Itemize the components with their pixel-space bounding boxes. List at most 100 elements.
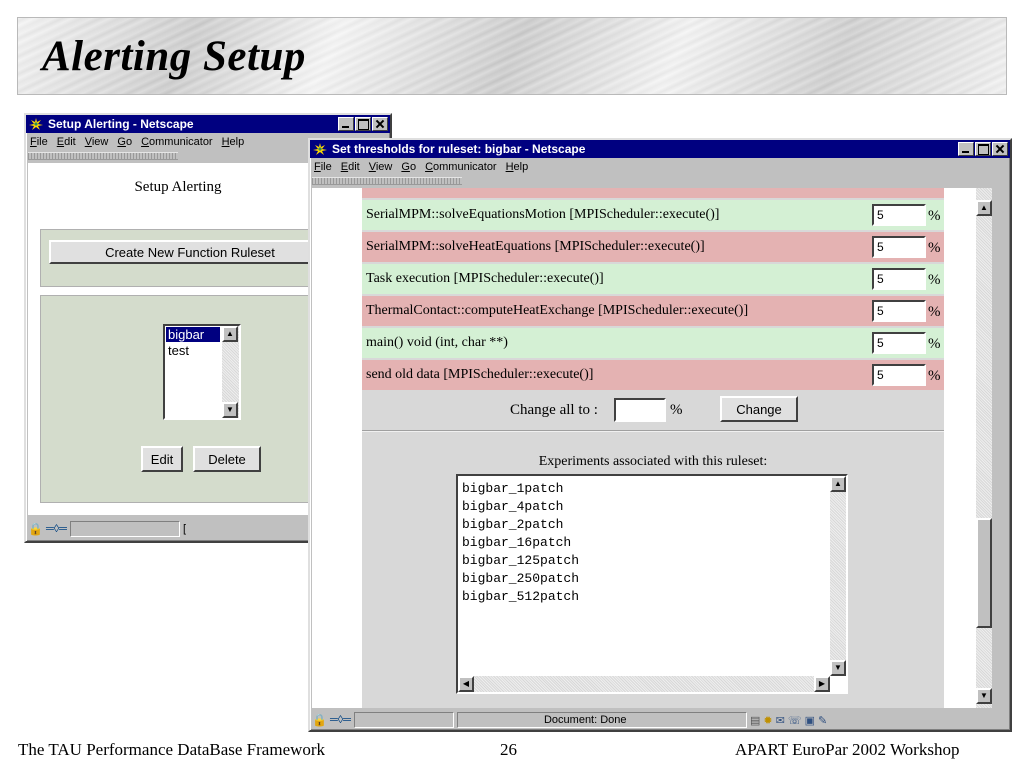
- close-button[interactable]: [992, 142, 1008, 156]
- percent-unit: %: [928, 368, 941, 384]
- edit-button[interactable]: Edit: [141, 446, 183, 472]
- security-lock-icon[interactable]: 🔒: [312, 713, 327, 727]
- scroll-up-arrow-icon[interactable]: ▲: [222, 326, 238, 342]
- ruleset-panel: bigbar test ▲ ▼ Edit Delete: [40, 295, 340, 503]
- connection-icon: ═◊═: [45, 523, 67, 535]
- window-title: Set thresholds for ruleset: bigbar - Net…: [332, 142, 586, 156]
- status-field: Document: Done: [456, 712, 747, 728]
- list-item: bigbar_512patch: [462, 589, 580, 604]
- threshold-input[interactable]: 5: [872, 332, 926, 354]
- menu-edit[interactable]: Edit: [57, 136, 76, 148]
- menu-view[interactable]: View: [85, 136, 109, 148]
- function-label: main() void (int, char **): [366, 335, 508, 350]
- function-label: SerialMPM::solveEquationsMotion [MPISche…: [366, 207, 720, 222]
- list-item: bigbar_2patch: [462, 517, 564, 532]
- list-item[interactable]: test: [166, 343, 220, 358]
- create-ruleset-button[interactable]: Create New Function Ruleset: [49, 240, 331, 264]
- change-all-unit: %: [670, 402, 683, 418]
- textarea-horizontal-scrollbar[interactable]: [458, 676, 830, 692]
- minimize-button[interactable]: [338, 117, 354, 131]
- list-item: bigbar_1patch: [462, 481, 564, 496]
- change-all-input[interactable]: [614, 398, 666, 422]
- textarea-vertical-scrollbar[interactable]: [830, 476, 846, 676]
- pen-icon[interactable]: ✎: [818, 714, 827, 727]
- footer-right: APART EuroPar 2002 Workshop: [735, 740, 960, 759]
- function-label: send old data [MPIScheduler::execute()]: [366, 367, 594, 382]
- mail-icon[interactable]: ✉: [776, 714, 785, 727]
- list-item: bigbar_16patch: [462, 535, 572, 550]
- netscape-logo-icon: [312, 142, 328, 156]
- scroll-down-arrow-icon[interactable]: ▼: [830, 660, 846, 676]
- threshold-input[interactable]: 5: [872, 268, 926, 290]
- minimize-button[interactable]: [958, 142, 974, 156]
- window-titlebar[interactable]: Setup Alerting - Netscape: [26, 115, 390, 133]
- page-content: SerialMPM::solveEquationsMotion [MPISche…: [312, 188, 992, 708]
- set-thresholds-window: Set thresholds for ruleset: bigbar - Net…: [308, 138, 1012, 732]
- percent-unit: %: [928, 208, 941, 224]
- scroll-right-arrow-icon[interactable]: ▶: [814, 676, 830, 692]
- slide-title: Alerting Setup: [42, 33, 306, 80]
- page-scroll-down-icon[interactable]: ▼: [976, 688, 992, 704]
- menu-view[interactable]: View: [369, 161, 393, 173]
- footer-left: The TAU Performance DataBase Framework: [18, 740, 326, 759]
- form-divider: [362, 430, 944, 432]
- menu-file[interactable]: File: [30, 136, 48, 148]
- page-heading: Setup Alerting: [134, 179, 222, 195]
- maximize-button[interactable]: [355, 117, 371, 131]
- percent-unit: %: [928, 240, 941, 256]
- maximize-button[interactable]: [975, 142, 991, 156]
- threshold-input[interactable]: 5: [872, 364, 926, 386]
- create-panel: Create New Function Ruleset: [40, 229, 340, 287]
- menu-help[interactable]: Help: [506, 161, 529, 173]
- menu-bar: File Edit View Go Communicator Help: [310, 158, 1010, 176]
- menu-go[interactable]: Go: [117, 136, 132, 148]
- menu-help[interactable]: Help: [222, 136, 245, 148]
- function-label: ThermalContact::computeHeatExchange [MPI…: [366, 303, 749, 318]
- page-scroll-up-icon[interactable]: ▲: [976, 200, 992, 216]
- status-text: [: [182, 523, 187, 535]
- netscape-star-icon[interactable]: ✹: [763, 714, 772, 727]
- toolbar-grip[interactable]: [312, 177, 462, 185]
- window-title: Setup Alerting - Netscape: [48, 117, 194, 131]
- menu-edit[interactable]: Edit: [341, 161, 360, 173]
- scroll-left-arrow-icon[interactable]: ◀: [458, 676, 474, 692]
- connection-icon: ═◊═: [329, 714, 351, 726]
- close-button[interactable]: [372, 117, 388, 131]
- discussion-icon[interactable]: ☏: [788, 714, 802, 727]
- experiments-list: bigbar_1patch bigbar_4patch bigbar_2patc…: [462, 480, 579, 606]
- list-item[interactable]: bigbar: [166, 327, 220, 342]
- status-field: [69, 521, 180, 537]
- page-vertical-scrollbar[interactable]: [976, 188, 992, 708]
- toolbar-grip[interactable]: [28, 152, 178, 160]
- list-item: bigbar_250patch: [462, 571, 580, 586]
- page-scroll-thumb[interactable]: [976, 518, 992, 628]
- delete-button[interactable]: Delete: [193, 446, 261, 472]
- menu-communicator[interactable]: Communicator: [425, 161, 497, 173]
- menu-communicator[interactable]: Communicator: [141, 136, 213, 148]
- menu-file[interactable]: File: [314, 161, 332, 173]
- page-icon[interactable]: ▤: [750, 714, 760, 727]
- composer-icon[interactable]: ▣: [805, 714, 815, 727]
- window-titlebar[interactable]: Set thresholds for ruleset: bigbar - Net…: [310, 140, 1010, 158]
- change-button[interactable]: Change: [720, 396, 798, 422]
- security-lock-icon[interactable]: 🔒: [28, 522, 43, 536]
- threshold-input[interactable]: 5: [872, 300, 926, 322]
- threshold-input[interactable]: 5: [872, 236, 926, 258]
- experiments-heading: Experiments associated with this ruleset…: [538, 454, 768, 469]
- threshold-input[interactable]: 5: [872, 204, 926, 226]
- menu-go[interactable]: Go: [401, 161, 416, 173]
- experiments-textarea[interactable]: bigbar_1patch bigbar_4patch bigbar_2patc…: [456, 474, 848, 694]
- change-all-label: Change all to :: [510, 402, 598, 418]
- scroll-up-arrow-icon[interactable]: ▲: [830, 476, 846, 492]
- status-text: Document: Done: [543, 714, 627, 726]
- title-banner: Alerting Setup: [17, 17, 1007, 95]
- table-row-partial: [362, 188, 944, 198]
- progress-field: [353, 712, 454, 728]
- function-label: SerialMPM::solveHeatEquations [MPISchedu…: [366, 239, 705, 254]
- percent-unit: %: [928, 304, 941, 320]
- ruleset-listbox[interactable]: bigbar test ▲ ▼: [163, 324, 241, 420]
- netscape-logo-icon: [28, 117, 44, 131]
- scroll-down-arrow-icon[interactable]: ▼: [222, 402, 238, 418]
- list-item: bigbar_125patch: [462, 553, 580, 568]
- page-number: 26: [500, 740, 517, 759]
